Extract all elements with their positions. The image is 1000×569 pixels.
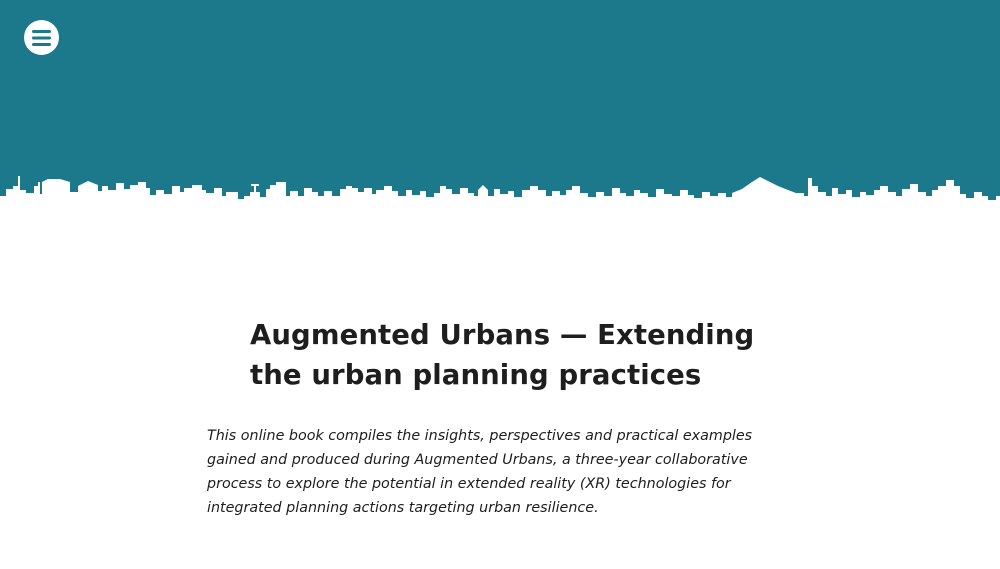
- menu-button[interactable]: [24, 20, 59, 55]
- page-title-line-2: the urban planning practices: [250, 359, 702, 391]
- intro-line: This online book compiles the insights, …: [207, 428, 753, 444]
- page-title-line-1: Augmented Urbans — Extending: [250, 319, 755, 351]
- hamburger-menu-icon: [32, 29, 51, 46]
- intro-line: gained and produced during Augmented Urb…: [207, 452, 748, 468]
- intro-line: process to explore the potential in exte…: [207, 476, 731, 492]
- intro-paragraph: This online book compiles the insights, …: [207, 424, 787, 520]
- city-skyline-illustration: [0, 176, 1000, 216]
- hero-banner: [0, 0, 1000, 216]
- page-title: Augmented Urbans — Extending the urban p…: [250, 315, 770, 395]
- intro-line: integrated planning actions targeting ur…: [207, 500, 599, 516]
- main-content: Augmented Urbans — Extending the urban p…: [0, 216, 1000, 569]
